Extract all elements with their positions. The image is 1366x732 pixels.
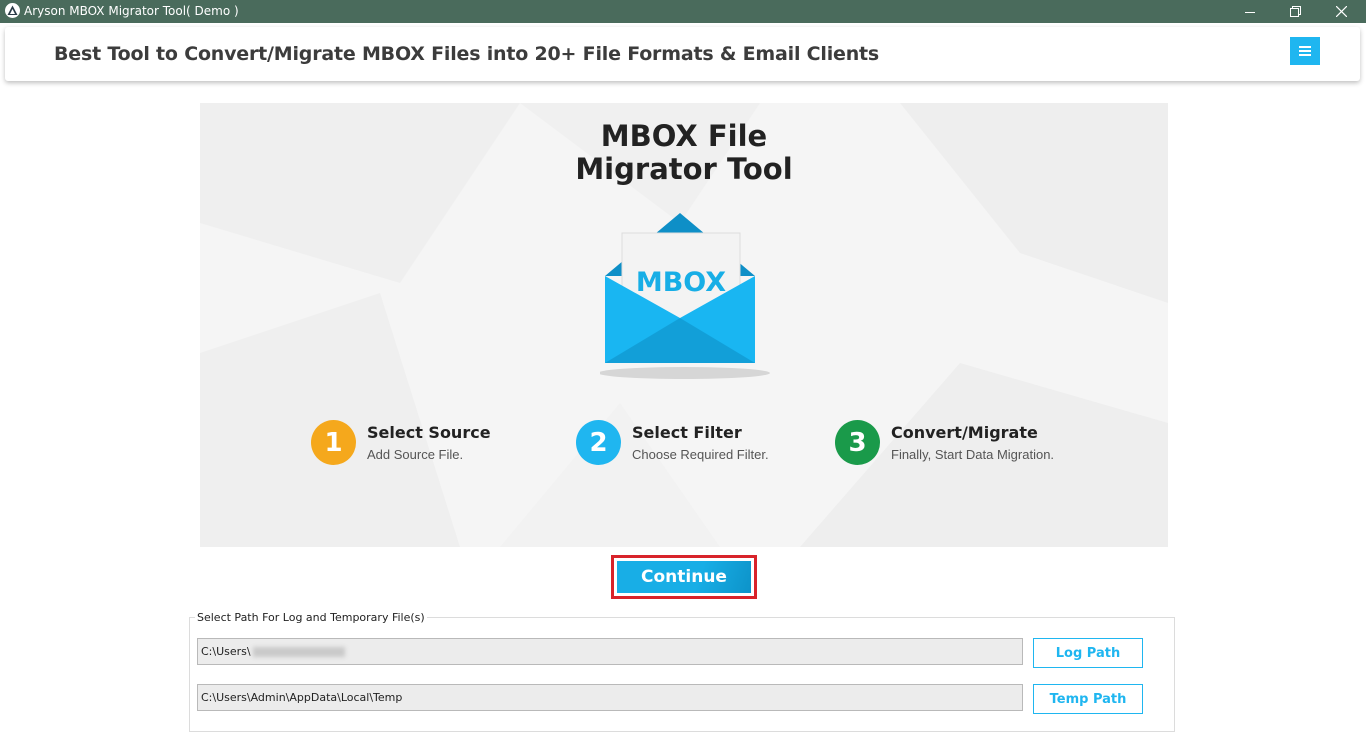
restore-icon[interactable] [1272, 0, 1318, 23]
step-2-badge: 2 [576, 420, 621, 465]
log-path-button[interactable]: Log Path [1033, 638, 1143, 668]
log-path-field[interactable]: C:\Users\ [197, 638, 1023, 665]
step-1-subtitle: Add Source File. [367, 447, 464, 462]
window-title: Aryson MBOX Migrator Tool( Demo ) [24, 4, 239, 18]
step-3-title: Convert/Migrate [891, 423, 1038, 442]
app-logo-icon [5, 3, 20, 18]
hamburger-menu-icon[interactable] [1290, 37, 1320, 65]
envelope-label: MBOX [636, 267, 726, 298]
close-icon[interactable] [1318, 0, 1364, 23]
redacted-username [252, 647, 345, 657]
hero-title-line1: MBOX File [600, 119, 768, 153]
window-titlebar: Aryson MBOX Migrator Tool( Demo ) [0, 0, 1366, 23]
step-1-title: Select Source [367, 423, 491, 442]
app-header: Best Tool to Convert/Migrate MBOX Files … [5, 27, 1360, 81]
minimize-icon[interactable] [1227, 0, 1273, 23]
mbox-envelope-icon: MBOX [600, 213, 770, 379]
hero-panel: MBOX File Migrator Tool MBOX 1 Select So… [200, 103, 1168, 547]
header-headline: Best Tool to Convert/Migrate MBOX Files … [54, 43, 880, 65]
step-3-badge: 3 [835, 420, 880, 465]
step-2-subtitle: Choose Required Filter. [632, 447, 769, 462]
hero-title-line2: Migrator Tool [575, 152, 793, 186]
continue-button[interactable]: Continue [617, 561, 751, 593]
temp-path-field[interactable]: C:\Users\Admin\AppData\Local\Temp [197, 684, 1023, 711]
step-1-badge: 1 [311, 420, 356, 465]
temp-path-button[interactable]: Temp Path [1033, 684, 1143, 714]
path-groupbox [189, 617, 1175, 732]
continue-highlight: Continue [611, 555, 757, 599]
path-group-label: Select Path For Log and Temporary File(s… [195, 611, 427, 624]
step-3-subtitle: Finally, Start Data Migration. [891, 447, 1055, 462]
hero-title: MBOX File Migrator Tool [200, 120, 1168, 186]
temp-path-value: C:\Users\Admin\AppData\Local\Temp [201, 691, 403, 704]
log-path-value: C:\Users\ [201, 645, 251, 658]
step-2-title: Select Filter [632, 423, 742, 442]
